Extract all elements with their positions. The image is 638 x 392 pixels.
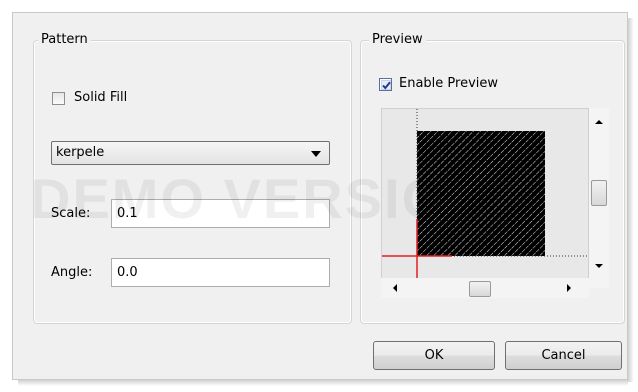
angle-input[interactable]: 0.0 bbox=[111, 258, 330, 287]
demo-watermark: DEMO VERSION bbox=[30, 167, 490, 230]
cancel-button[interactable]: Cancel bbox=[505, 341, 622, 370]
preview-group-title: Preview bbox=[369, 32, 426, 48]
pattern-select[interactable]: kerpele bbox=[51, 141, 330, 165]
pattern-select-value: kerpele bbox=[56, 145, 105, 160]
enable-preview-label[interactable]: Enable Preview bbox=[399, 76, 498, 92]
preview-vertical-scrollbar[interactable] bbox=[589, 108, 609, 288]
angle-label: Angle: bbox=[51, 265, 93, 280]
checkmark-icon bbox=[381, 80, 391, 90]
horizontal-scroll-thumb[interactable] bbox=[469, 281, 491, 297]
ok-button[interactable]: OK bbox=[373, 341, 495, 370]
window-shadow-bottom bbox=[18, 380, 628, 386]
enable-preview-checkbox[interactable] bbox=[379, 78, 392, 91]
chevron-down-icon bbox=[311, 151, 321, 157]
solid-fill-label[interactable]: Solid Fill bbox=[74, 90, 127, 106]
vertical-scroll-thumb[interactable] bbox=[591, 180, 607, 206]
pattern-group-title: Pattern bbox=[38, 32, 91, 48]
window-shadow-right bbox=[628, 18, 634, 382]
angle-input-value: 0.0 bbox=[117, 265, 138, 280]
solid-fill-checkbox[interactable] bbox=[52, 92, 65, 105]
preview-horizontal-scrollbar[interactable] bbox=[381, 278, 589, 298]
